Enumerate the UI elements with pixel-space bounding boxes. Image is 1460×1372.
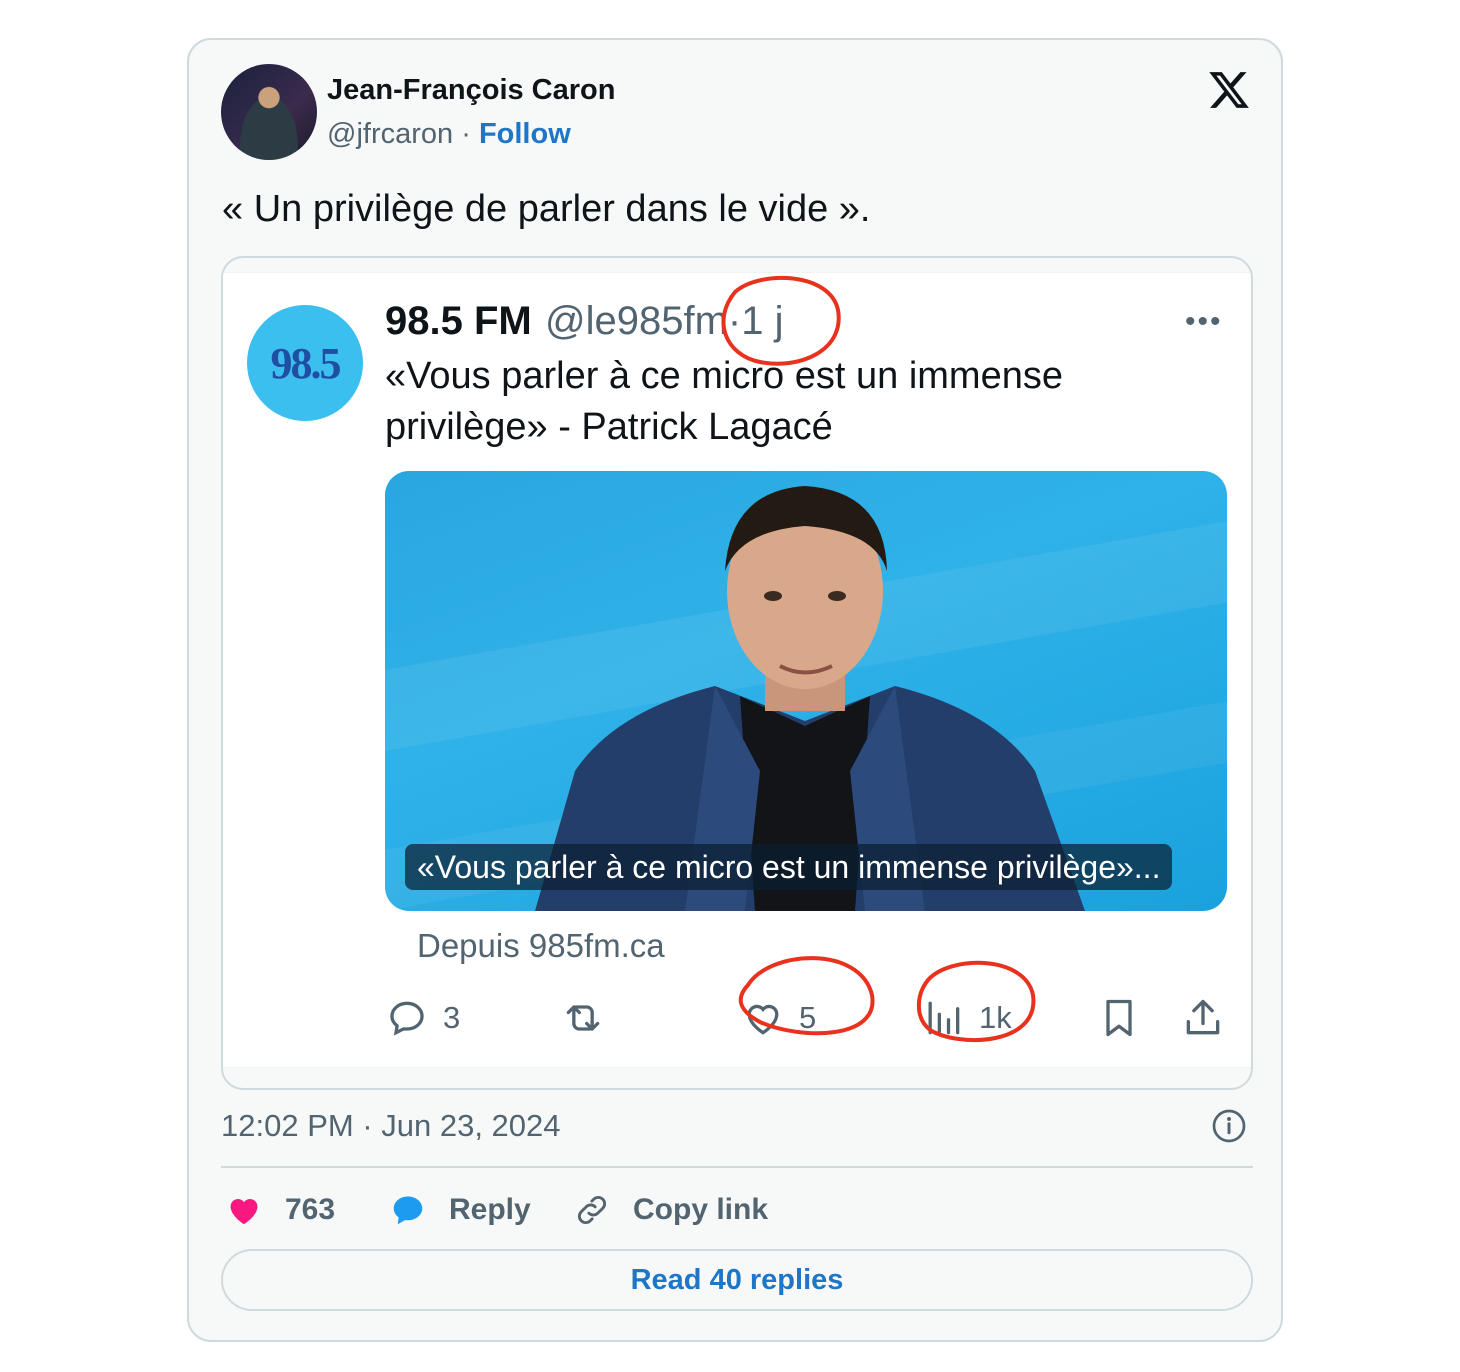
reply-bubble-icon — [390, 1001, 424, 1036]
divider — [221, 1166, 1253, 1168]
media-source[interactable]: Depuis 985fm.ca — [417, 927, 665, 965]
x-logo-icon[interactable] — [1207, 68, 1251, 112]
tweet-text: « Un privilège de parler dans le vide ». — [222, 188, 871, 230]
share-action[interactable] — [1181, 993, 1225, 1043]
quoted-text: «Vous parler à ce micro est un immense p… — [385, 355, 1063, 448]
like-button[interactable]: 763 — [225, 1188, 335, 1232]
bookmark-icon — [1106, 999, 1132, 1037]
info-icon[interactable] — [1211, 1108, 1247, 1144]
follow-link[interactable]: Follow — [479, 118, 571, 150]
heart-icon — [747, 1004, 779, 1035]
views-action[interactable]: 1k — [921, 993, 1012, 1043]
quoted-tweet[interactable]: 98.5 98.5 FM @le985fm·1 j ••• «Vous parl… — [221, 256, 1253, 1090]
quoted-tweet-body: 98.5 98.5 FM @le985fm·1 j ••• «Vous parl… — [223, 272, 1251, 1068]
bookmark-action[interactable] — [1097, 993, 1141, 1043]
author-meta: @jfrcaron · Follow — [327, 118, 571, 151]
quoted-separator: · — [727, 299, 742, 343]
media-caption: «Vous parler à ce micro est un immense p… — [405, 844, 1173, 890]
link-icon — [578, 1196, 606, 1224]
tweet-timestamp[interactable]: 12:02 PM · Jun 23, 2024 — [221, 1108, 561, 1144]
like-action[interactable]: 5 — [741, 993, 816, 1043]
author-name[interactable]: Jean-François Caron — [327, 74, 615, 107]
embedded-tweet-card: Jean-François Caron @jfrcaron · Follow «… — [187, 38, 1283, 1342]
read-replies-button[interactable]: Read 40 replies — [221, 1249, 1253, 1311]
repost-icon — [566, 1005, 600, 1031]
like-total: 763 — [285, 1193, 336, 1226]
author-avatar[interactable] — [221, 64, 317, 160]
quoted-meta: @le985fm·1 j — [545, 299, 784, 344]
quoted-name[interactable]: 98.5 FM — [385, 299, 532, 344]
more-options-icon[interactable]: ••• — [1185, 305, 1223, 339]
share-upload-icon — [1186, 999, 1220, 1035]
quoted-media-image[interactable]: «Vous parler à ce micro est un immense p… — [385, 471, 1227, 911]
reply-button[interactable]: Reply — [389, 1188, 531, 1232]
reply-label: Reply — [449, 1193, 531, 1226]
heart-filled-icon — [230, 1199, 258, 1225]
like-count: 5 — [799, 1000, 817, 1035]
quoted-avatar[interactable]: 98.5 — [247, 305, 363, 421]
author-handle[interactable]: @jfrcaron — [327, 118, 453, 150]
quoted-avatar-logo: 98.5 — [270, 338, 342, 388]
quoted-handle[interactable]: @le985fm — [545, 299, 728, 343]
meta-separator: · — [461, 118, 471, 150]
views-count: 1k — [979, 1000, 1012, 1035]
repost-action[interactable] — [561, 993, 605, 1043]
copy-link-label: Copy link — [633, 1193, 769, 1226]
views-chart-icon — [928, 1001, 960, 1035]
reply-count: 3 — [443, 1000, 461, 1035]
quoted-age[interactable]: 1 j — [741, 299, 783, 343]
reply-action[interactable]: 3 — [385, 993, 460, 1043]
copy-link-button[interactable]: Copy link — [573, 1188, 768, 1232]
reply-bubble-filled-icon — [393, 1196, 423, 1225]
